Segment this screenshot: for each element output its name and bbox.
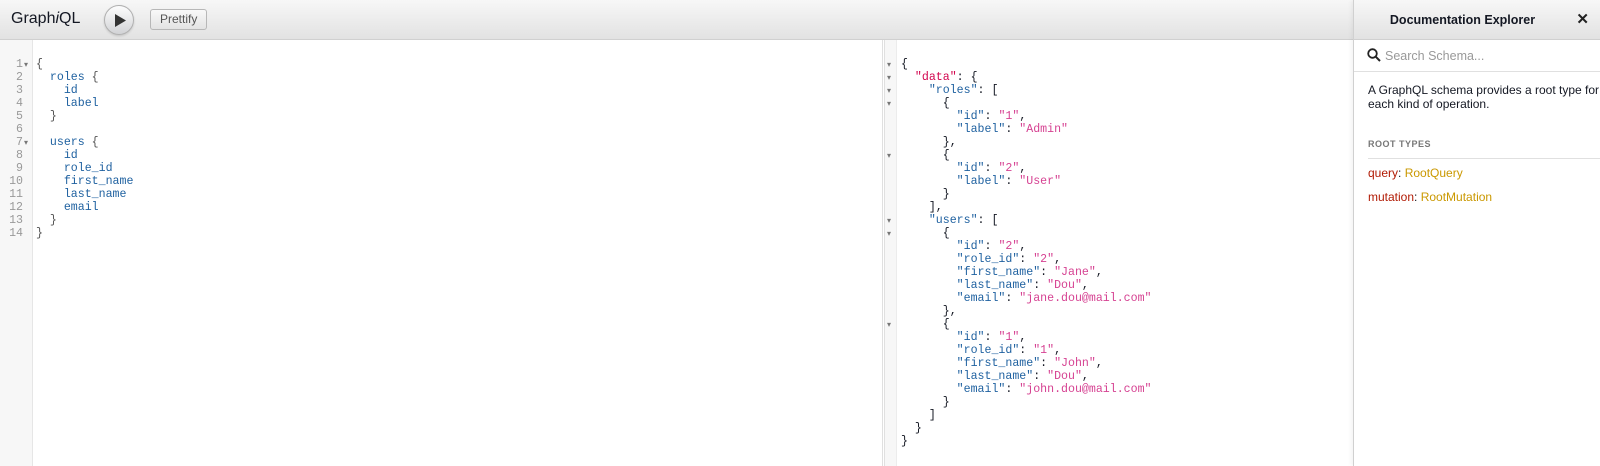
result-line: "id": "2",	[956, 240, 1027, 253]
docs-search	[1354, 40, 1600, 72]
query-line: first_name	[63, 175, 134, 188]
line-number: 6	[16, 123, 23, 136]
execute-query-button[interactable]	[104, 5, 134, 35]
result-line: "role_id": "1",	[956, 344, 1062, 357]
result-line: },	[901, 305, 957, 318]
query-gutter: 1 2 3 4 5 6 7 8 9 10 11 12 13 14 ▾ ▾	[0, 40, 33, 466]
line-number: 13	[9, 214, 23, 227]
top-toolbar: GraphiQL Prettify	[0, 0, 1353, 40]
query-line: users {	[49, 136, 99, 149]
result-viewer: ▾ ▾ ▾ ▾ ▾ ▾ ▾ ▾ { "data": { "roles": [ { "id": …	[884, 40, 1353, 466]
prettify-button[interactable]: Prettify	[150, 9, 208, 30]
result-line: "email": "jane.dou@mail.com"	[956, 292, 1152, 305]
divider	[1368, 158, 1600, 159]
query-line: {	[36, 58, 43, 71]
query-line: last_name	[63, 188, 127, 201]
result-line: "id": "1",	[956, 110, 1027, 123]
graphiql-main: GraphiQL Prettify 1 2 3 4 5 6 7 8 9 10 11 12 13 14 ▾ …	[0, 0, 1353, 466]
result-line: }	[901, 435, 908, 448]
line-number: 10	[9, 175, 23, 188]
result-json: { "data": { "roles": [ { "id": "1", "lab…	[901, 58, 1152, 448]
query-line: roles {	[49, 71, 99, 84]
result-gutter: ▾ ▾ ▾ ▾ ▾ ▾ ▾ ▾	[885, 40, 897, 466]
query-line: id	[63, 149, 78, 162]
fold-marker[interactable]: ▾	[887, 71, 895, 84]
root-query-link[interactable]: RootQuery	[1405, 166, 1463, 180]
query-line: role_id	[63, 162, 113, 175]
line-number: 11	[9, 188, 23, 201]
result-line: }	[901, 422, 922, 435]
line-number: 3	[16, 84, 23, 97]
fold-markers: ▾ ▾	[24, 58, 32, 149]
fold-marker[interactable]: ▾	[24, 58, 32, 71]
query-line: }	[49, 110, 57, 123]
query-line: id	[63, 84, 78, 97]
fold-marker[interactable]: ▾	[887, 214, 895, 227]
docs-title: Documentation Explorer	[1389, 13, 1536, 27]
query-line	[36, 123, 133, 136]
line-number: 5	[16, 110, 23, 123]
result-line: ]	[901, 409, 936, 422]
query-text[interactable]: { roles { id label } users { id role_id …	[36, 58, 133, 240]
docs-header: Documentation Explorer ✕	[1354, 0, 1600, 40]
search-schema-input[interactable]	[1385, 46, 1595, 66]
result-line: {	[901, 149, 950, 162]
fold-marker[interactable]: ▾	[887, 58, 895, 71]
fold-marker[interactable]: ▾	[887, 318, 895, 331]
result-line: "users": [	[928, 214, 999, 227]
line-number: 1	[16, 58, 23, 71]
line-number: 8	[16, 149, 23, 162]
result-line: "id": "2",	[956, 162, 1027, 175]
fold-marker[interactable]: ▾	[24, 136, 32, 149]
result-line: "data": {	[914, 71, 978, 84]
result-line: "roles": [	[928, 84, 999, 97]
docs-description: A GraphQL schema provides a root type fo…	[1368, 83, 1600, 111]
result-line: },	[901, 136, 957, 149]
result-line: "id": "1",	[956, 331, 1027, 344]
query-editor[interactable]: 1 2 3 4 5 6 7 8 9 10 11 12 13 14 ▾ ▾ { roles { id lab…	[0, 40, 883, 466]
line-number: 12	[9, 201, 23, 214]
result-line: "last_name": "Dou",	[956, 370, 1089, 383]
result-fold-markers: ▾ ▾ ▾ ▾ ▾ ▾ ▾ ▾	[887, 58, 895, 448]
result-line: "label": "User"	[956, 175, 1062, 188]
result-line: "first_name": "John",	[956, 357, 1103, 370]
result-line: {	[901, 58, 908, 71]
line-number: 7	[16, 136, 23, 149]
root-types-heading: ROOT TYPES	[1368, 139, 1432, 149]
play-icon	[115, 14, 126, 27]
root-type-query: query: RootQuery	[1368, 166, 1463, 180]
result-line: {	[901, 227, 950, 240]
line-number: 9	[16, 162, 23, 175]
line-numbers: 1 2 3 4 5 6 7 8 9 10 11 12 13 14	[0, 58, 23, 240]
documentation-explorer: Documentation Explorer ✕ A GraphQL schem…	[1353, 0, 1600, 466]
result-line: {	[901, 97, 950, 110]
result-line: "role_id": "2",	[956, 253, 1062, 266]
line-number: 4	[16, 97, 23, 110]
result-line: }	[901, 396, 950, 409]
result-line: }	[901, 188, 950, 201]
result-line: {	[901, 318, 950, 331]
search-icon	[1367, 48, 1381, 62]
query-line: }	[36, 227, 43, 240]
line-number: 14	[9, 227, 23, 240]
fold-marker[interactable]: ▾	[887, 97, 895, 110]
query-line: label	[63, 97, 99, 110]
result-line: ],	[901, 201, 943, 214]
query-line: }	[49, 214, 57, 227]
close-icon[interactable]: ✕	[1576, 12, 1589, 27]
query-line: email	[63, 201, 99, 214]
app-title: GraphiQL	[11, 10, 81, 27]
result-line: "email": "john.dou@mail.com"	[956, 383, 1152, 396]
line-number: 2	[16, 71, 23, 84]
fold-marker[interactable]: ▾	[887, 149, 895, 162]
result-line: "label": "Admin"	[956, 123, 1068, 136]
fold-marker[interactable]: ▾	[887, 84, 895, 97]
root-type-mutation: mutation: RootMutation	[1368, 190, 1493, 204]
fold-marker[interactable]: ▾	[887, 227, 895, 240]
root-mutation-link[interactable]: RootMutation	[1421, 190, 1492, 204]
result-line: "last_name": "Dou",	[956, 279, 1089, 292]
result-line: "first_name": "Jane",	[956, 266, 1103, 279]
